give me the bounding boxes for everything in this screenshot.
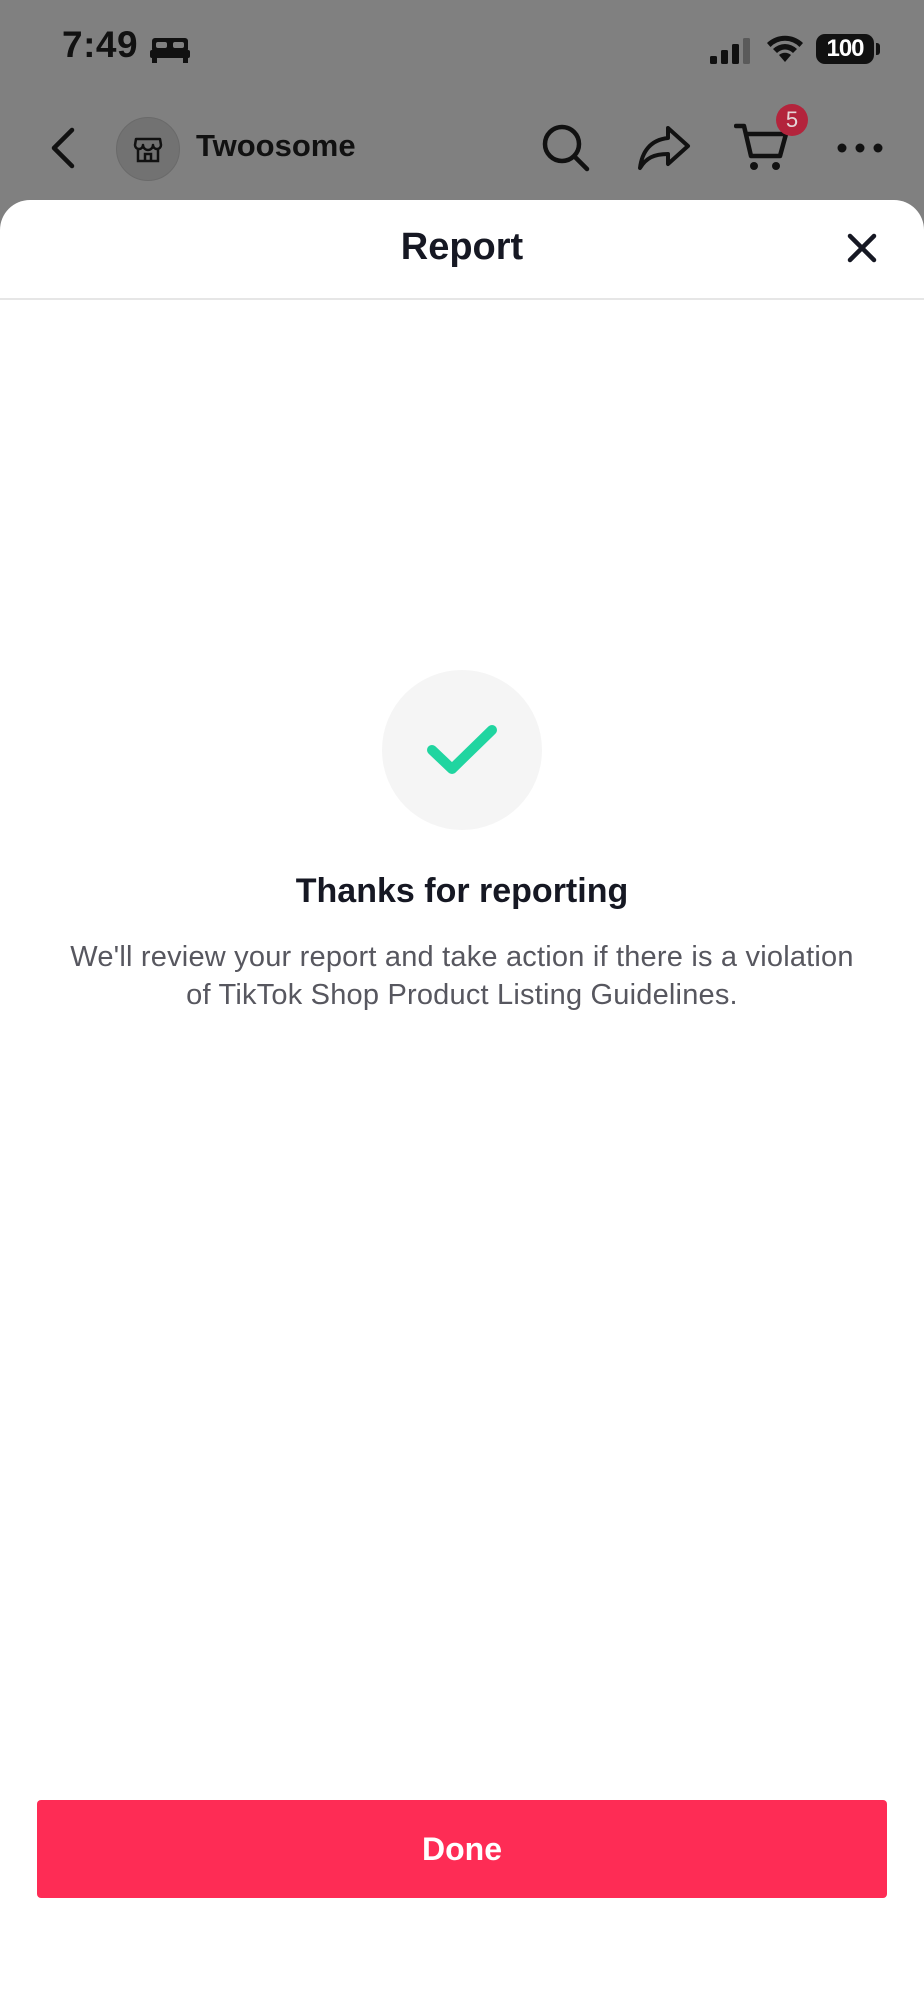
done-button[interactable]: Done bbox=[37, 1800, 887, 1898]
more-icon[interactable] bbox=[836, 138, 884, 158]
store-icon bbox=[133, 137, 163, 163]
sheet-title: Report bbox=[400, 226, 524, 268]
checkmark-icon bbox=[427, 725, 497, 774]
report-sheet: Report Thanks for reporting We'll review… bbox=[0, 200, 924, 2000]
wifi-icon bbox=[767, 35, 803, 62]
success-indicator bbox=[382, 670, 542, 830]
status-bar: 7:49 100 bbox=[0, 0, 924, 100]
share-icon[interactable] bbox=[636, 122, 692, 174]
sheet-header: Report bbox=[0, 200, 924, 300]
signal-icon bbox=[710, 38, 750, 64]
battery-level: 100 bbox=[826, 35, 864, 62]
confirmation-title: Thanks for reporting bbox=[295, 872, 629, 910]
close-icon[interactable] bbox=[842, 228, 882, 268]
battery-icon: 100 bbox=[816, 34, 874, 64]
back-icon[interactable] bbox=[44, 120, 80, 176]
store-avatar[interactable] bbox=[116, 117, 180, 181]
search-icon[interactable] bbox=[540, 122, 592, 174]
store-name[interactable]: Twoosome bbox=[196, 128, 356, 164]
status-time: 7:49 bbox=[62, 24, 139, 65]
confirmation-message: We'll review your report and take action… bbox=[70, 941, 854, 1011]
battery-tip bbox=[876, 43, 880, 55]
bed-icon bbox=[150, 38, 190, 63]
cart-badge: 5 bbox=[776, 104, 808, 136]
